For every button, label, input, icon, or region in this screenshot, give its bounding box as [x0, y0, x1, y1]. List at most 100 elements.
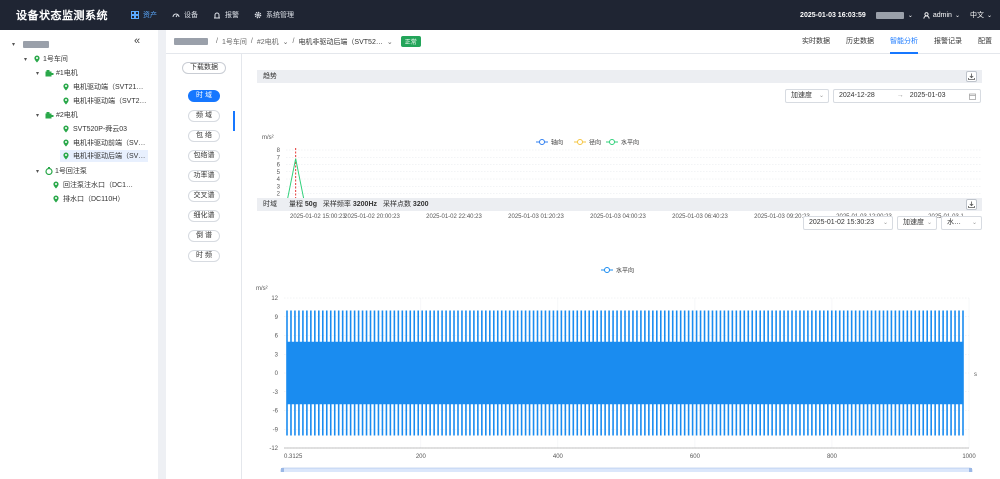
- y-tick-label: 6: [277, 163, 281, 169]
- chevron-down-icon[interactable]: ⌄: [283, 38, 289, 46]
- asset-tree-sidebar: ▾ « ▾ 1号车间 ▾ #1电机 电机驱动端（SVT21… 电机非驱动端（SV…: [0, 30, 158, 479]
- chevron-down-icon: ⌄: [882, 220, 888, 226]
- nav-system-label: 系统管理: [266, 12, 294, 19]
- date-end[interactable]: 2025-01-03: [910, 92, 946, 99]
- tree-root[interactable]: ▾: [10, 38, 53, 50]
- datetime-display: 2025-01-03 16:03:59: [800, 11, 866, 19]
- menu-power-spectrum[interactable]: 功率谱: [188, 170, 220, 182]
- y-tick-label: -9: [273, 427, 279, 433]
- caret-down-icon[interactable]: ▾: [34, 112, 41, 119]
- tree-node-label: 排水口（DC110H）: [63, 196, 125, 203]
- menu-cross-spectrum[interactable]: 交叉谱: [188, 190, 220, 202]
- tree-node-workshop[interactable]: ▾ 1号车间: [22, 53, 68, 65]
- trend-date-range[interactable]: 2024-12-28 → 2025-01-03: [833, 89, 981, 103]
- y-axis-unit: m/s²: [256, 286, 268, 292]
- collapse-sidebar-button[interactable]: «: [134, 35, 140, 47]
- range-value: 50g: [304, 201, 317, 208]
- caret-down-icon[interactable]: ▾: [10, 41, 17, 48]
- menu-freq-domain[interactable]: 频 域: [188, 110, 220, 122]
- location-icon: [63, 83, 69, 91]
- tree-node-sensor[interactable]: 排水口（DC110H）: [52, 193, 124, 205]
- user-icon: [923, 11, 930, 19]
- tree-node-sensor[interactable]: 电机非驱动前端（SV…: [62, 137, 145, 149]
- download-data-button[interactable]: 下载数据: [182, 62, 226, 74]
- tab-history[interactable]: 历史数据: [846, 30, 874, 54]
- user-name[interactable]: admin: [933, 12, 952, 19]
- tree-node-sensor[interactable]: 回注泵注水口（DC1…: [52, 179, 133, 191]
- zoom-slider-handle-left: [281, 468, 284, 472]
- trend-measure-select[interactable]: 加速度 ⌄: [785, 89, 829, 103]
- caret-down-icon[interactable]: ▾: [34, 168, 41, 175]
- chevron-down-icon[interactable]: ⌄: [908, 12, 913, 19]
- tree-node-sensor[interactable]: 电机非驱动端（SVT2…: [62, 95, 147, 107]
- nav-system[interactable]: 系统管理: [254, 10, 294, 20]
- pump-icon: [45, 167, 53, 175]
- timedomain-measure-value: 加速度: [903, 219, 924, 226]
- tab-config[interactable]: 配置: [978, 30, 992, 54]
- download-icon[interactable]: [966, 71, 977, 82]
- points-label: 采样点数: [382, 201, 411, 208]
- timedomain-panel-header: 时域 量程 50g 采样频率 3200Hz 采样点数 3200: [257, 198, 982, 211]
- tab-analysis[interactable]: 智能分析: [890, 30, 918, 54]
- breadcrumb-item[interactable]: 1号车间: [222, 37, 247, 47]
- y-axis-unit: m/s²: [262, 135, 274, 141]
- y-tick-label: -6: [273, 409, 279, 415]
- menu-cepstrum[interactable]: 倒 谱: [188, 230, 220, 242]
- tree-node-label: 电机驱动端（SVT21…: [73, 84, 144, 91]
- caret-down-icon[interactable]: ▾: [34, 70, 41, 77]
- sample-time-select[interactable]: 2025-01-02 15:30:23 ⌄: [803, 216, 893, 230]
- nav-asset-label: 资产: [143, 12, 157, 19]
- zoom-slider-handle-right: [969, 468, 972, 472]
- user-chevron-icon[interactable]: ⌄: [955, 12, 960, 19]
- breadcrumb-item-current[interactable]: 电机非驱动后端（SVT52…: [298, 37, 382, 47]
- date-start[interactable]: 2024-12-28: [839, 92, 875, 99]
- tree-node-pump[interactable]: ▾ 1号回注泵: [34, 165, 87, 177]
- menu-envelope-spectrum[interactable]: 包络谱: [188, 150, 220, 162]
- chevron-down-icon: ⌄: [926, 220, 932, 226]
- legend-marker: [539, 139, 545, 145]
- menu-time-domain[interactable]: 时 域: [188, 90, 220, 102]
- tree-node-sensor-selected[interactable]: 电机非驱动后端（SV…: [60, 150, 149, 162]
- timedomain-measure-select[interactable]: 加速度 ⌄: [897, 216, 937, 230]
- chevron-down-icon[interactable]: ⌄: [387, 38, 393, 46]
- rate-label: 采样频率: [322, 201, 351, 208]
- direction-select[interactable]: 水… ⌄: [941, 216, 982, 230]
- x-tick-label: 200: [416, 454, 427, 460]
- date-arrow: →: [896, 92, 904, 99]
- language-select[interactable]: 中文: [970, 10, 984, 20]
- y-tick-label: 8: [277, 148, 281, 154]
- menu-zoom-spectrum[interactable]: 细化谱: [188, 210, 220, 222]
- nav-alarm-label: 报警: [225, 12, 239, 19]
- caret-down-icon[interactable]: ▾: [22, 56, 29, 63]
- nav-device[interactable]: 设备: [172, 10, 198, 20]
- top-bar: 设备状态监测系统 资产 设备 报警 系统管理 2025-01-03 16:03:…: [0, 0, 1000, 30]
- breadcrumb-sep: /: [250, 38, 253, 45]
- menu-time-frequency[interactable]: 时 频: [188, 250, 220, 262]
- org-name-redacted: [875, 11, 904, 19]
- download-icon[interactable]: [966, 199, 977, 210]
- breadcrumb-item[interactable]: #2电机: [257, 37, 279, 47]
- sample-time-value: 2025-01-02 15:30:23: [809, 219, 874, 226]
- location-icon: [53, 195, 59, 203]
- nav-asset[interactable]: 资产: [131, 10, 157, 20]
- x-tick-label: 600: [690, 454, 701, 460]
- y-tick-label: 5: [277, 170, 281, 176]
- active-menu-indicator: [233, 111, 235, 131]
- legend-label: 水平向: [616, 267, 634, 275]
- menu-envelope[interactable]: 包 络: [188, 130, 220, 142]
- calendar-icon[interactable]: [969, 93, 976, 100]
- breadcrumb-root-redacted: [174, 38, 208, 45]
- tab-alarm-records[interactable]: 报警记录: [934, 30, 962, 54]
- language-chevron-icon[interactable]: ⌄: [987, 12, 992, 19]
- tree-node-motor-2[interactable]: ▾ #2电机: [34, 109, 78, 121]
- y-tick-label: 9: [275, 315, 279, 321]
- range-label: 量程: [288, 201, 303, 208]
- nav-alarm[interactable]: 报警: [213, 10, 239, 20]
- y-tick-label: 2: [277, 192, 281, 198]
- tab-realtime[interactable]: 实时数据: [802, 30, 830, 54]
- tree-node-sensor[interactable]: SVT520P-舜云03: [62, 123, 127, 135]
- trend-panel-header: 趋势: [257, 70, 982, 83]
- tree-node-sensor[interactable]: 电机驱动端（SVT21…: [62, 81, 143, 93]
- root-name-redacted: [23, 40, 49, 48]
- tree-node-motor-1[interactable]: ▾ #1电机: [34, 67, 78, 79]
